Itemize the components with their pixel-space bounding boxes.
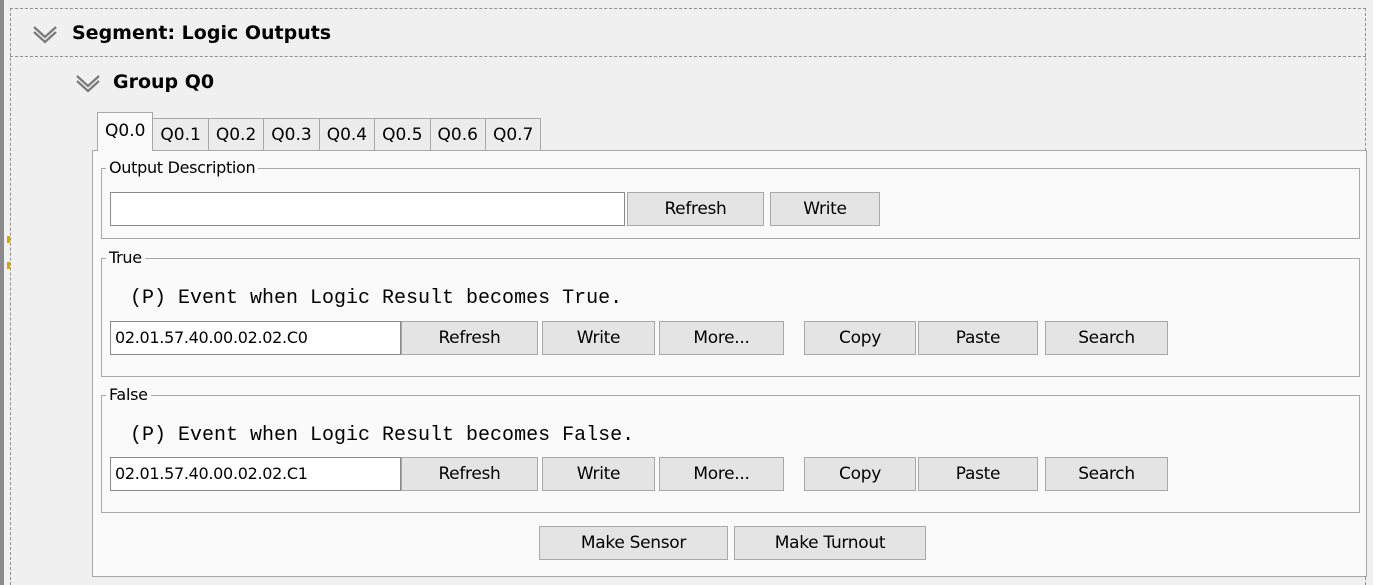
false-event-paste-button[interactable]: Paste <box>918 457 1038 491</box>
output-description-write-button[interactable]: Write <box>770 192 880 226</box>
tab-q0-4[interactable]: Q0.4 <box>319 118 376 151</box>
true-event-description: (P) Event when Logic Result becomes True… <box>130 287 623 310</box>
true-event-write-button[interactable]: Write <box>542 321 655 355</box>
true-event-refresh-button[interactable]: Refresh <box>401 321 538 355</box>
false-event-group: False <box>101 386 1360 513</box>
false-event-copy-button[interactable]: Copy <box>804 457 916 491</box>
segment-title[interactable]: Segment: Logic Outputs <box>72 22 331 44</box>
false-event-description: (P) Event when Logic Result becomes Fals… <box>130 424 635 447</box>
true-event-legend: True <box>109 248 142 267</box>
true-event-id-input[interactable]: 02.01.57.40.00.02.02.C0 <box>110 321 401 355</box>
true-event-search-button[interactable]: Search <box>1045 321 1168 355</box>
tab-bar: Q0.0 Q0.1 Q0.2 Q0.3 Q0.4 Q0.5 Q0.6 Q0.7 <box>97 112 542 151</box>
false-event-id-input[interactable]: 02.01.57.40.00.02.02.C1 <box>110 457 401 491</box>
tab-content-panel: Output Description Refresh Write True (P… <box>92 150 1367 577</box>
false-event-refresh-button[interactable]: Refresh <box>401 457 538 491</box>
false-event-legend: False <box>109 385 148 404</box>
output-description-legend: Output Description <box>109 158 256 177</box>
true-event-copy-button[interactable]: Copy <box>804 321 916 355</box>
output-description-input[interactable] <box>110 192 625 226</box>
tab-q0-2[interactable]: Q0.2 <box>208 118 265 151</box>
false-event-search-button[interactable]: Search <box>1045 457 1168 491</box>
tab-q0-7[interactable]: Q0.7 <box>485 118 542 151</box>
true-event-more-button[interactable]: More... <box>659 321 784 355</box>
double-chevron-down-icon[interactable] <box>75 73 101 93</box>
left-edge-line <box>0 0 4 585</box>
make-turnout-button[interactable]: Make Turnout <box>734 526 926 560</box>
tab-q0-6[interactable]: Q0.6 <box>430 118 486 151</box>
output-description-refresh-button[interactable]: Refresh <box>627 192 764 226</box>
true-event-group: True <box>101 249 1360 377</box>
false-event-more-button[interactable]: More... <box>659 457 784 491</box>
group-title[interactable]: Group Q0 <box>113 71 214 93</box>
tab-q0-0[interactable]: Q0.0 <box>97 112 154 151</box>
tab-q0-1[interactable]: Q0.1 <box>153 118 209 151</box>
double-chevron-down-icon[interactable] <box>32 24 58 44</box>
tab-q0-5[interactable]: Q0.5 <box>375 118 431 151</box>
tab-q0-3[interactable]: Q0.3 <box>264 118 320 151</box>
true-event-paste-button[interactable]: Paste <box>918 321 1038 355</box>
make-sensor-button[interactable]: Make Sensor <box>539 526 728 560</box>
false-event-write-button[interactable]: Write <box>542 457 655 491</box>
